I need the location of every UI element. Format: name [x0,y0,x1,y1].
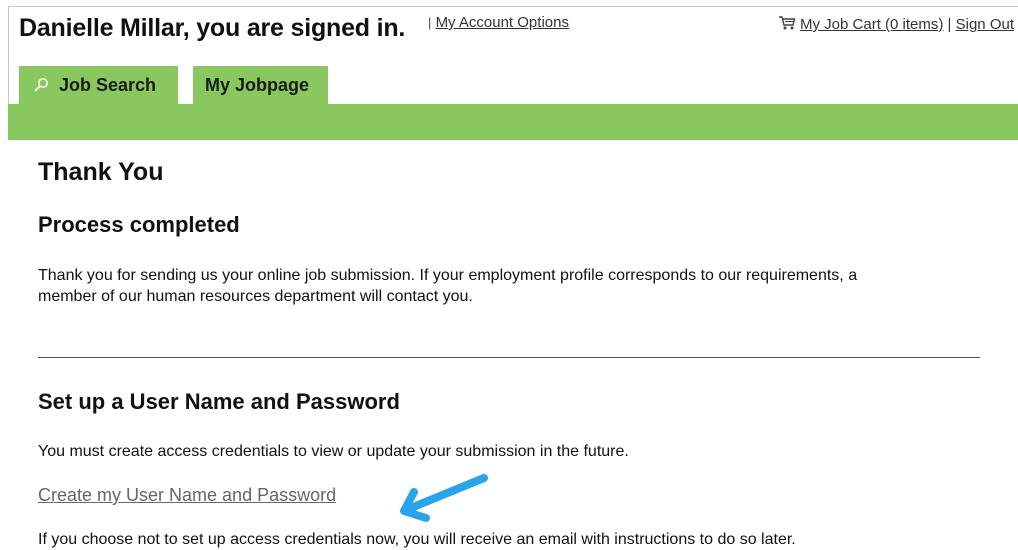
setup-heading: Set up a User Name and Password [38,389,400,414]
my-account-options-link[interactable]: My Account Options [436,14,569,31]
create-credentials-link[interactable]: Create my User Name and Password [38,485,336,506]
tab-job-search[interactable]: Job Search [19,66,178,104]
sign-out-link[interactable]: Sign Out [956,16,1014,33]
separator: | [428,15,432,30]
cart-icon [779,16,796,30]
divider [38,357,980,358]
tab-label: My Jobpage [205,75,310,95]
credentials-instructions: You must create access credentials to vi… [38,443,629,460]
process-heading: Process completed [38,212,240,237]
separator: | [947,16,952,33]
header-links: My Job Cart (0 items) | Sign Out [778,15,1014,33]
arrow-icon [400,474,488,522]
my-job-cart-link[interactable]: My Job Cart (0 items) [800,16,943,33]
welcome-message: Danielle Millar, you are signed in. [19,14,405,43]
tab-my-jobpage[interactable]: My Jobpage [193,66,328,104]
nav-bar [8,104,1018,140]
account-options-area: | My Account Options [428,14,569,31]
tab-label: Job Search [59,75,157,95]
later-message: If you choose not to set up access crede… [38,531,796,548]
welcome-text: Danielle Millar, you are signed in. [19,14,406,42]
page: Danielle Millar, you are signed in. | My… [0,0,1018,550]
page-title: Thank You [38,158,164,186]
thanks-message: Thank you for sending us your online job… [38,267,858,305]
search-icon [34,78,48,92]
